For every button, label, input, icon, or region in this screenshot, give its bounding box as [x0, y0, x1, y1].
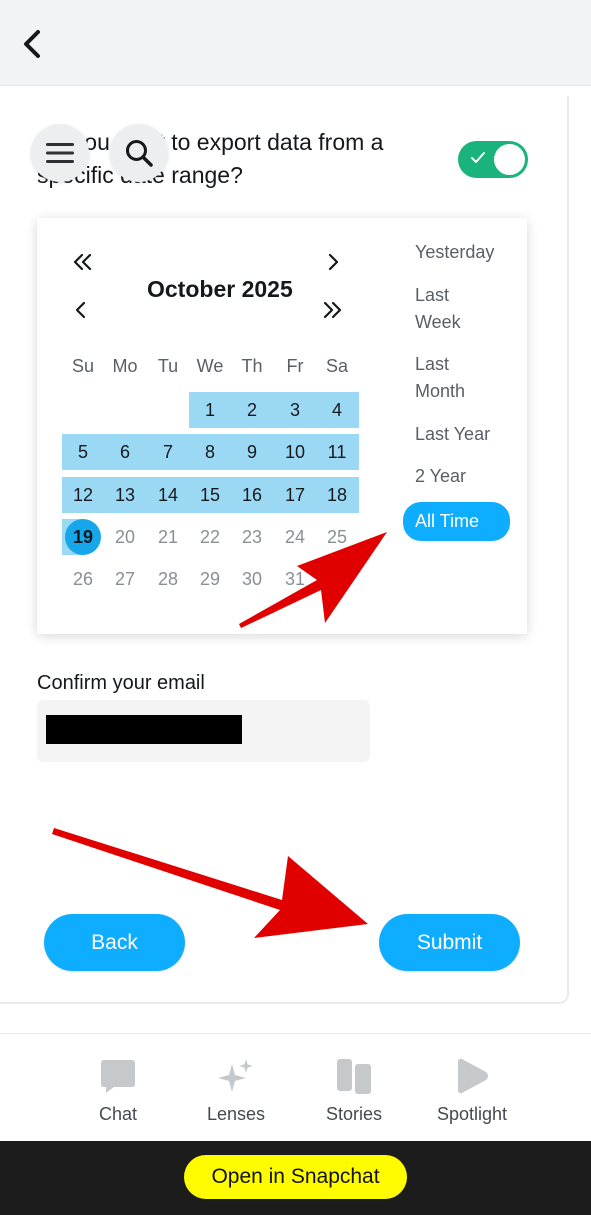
calendar-day[interactable]: 27: [104, 561, 146, 597]
calendar-day[interactable]: 11: [316, 434, 358, 470]
calendar-day[interactable]: 13: [104, 477, 146, 513]
email-label: Confirm your email: [37, 672, 205, 694]
calendar-day[interactable]: 20: [104, 519, 146, 555]
check-icon: [471, 152, 485, 163]
calendar-day[interactable]: 26: [62, 561, 104, 597]
calendar-day[interactable]: 12: [62, 477, 104, 513]
nav-stories[interactable]: Stories: [299, 1056, 409, 1125]
date-range-question: Do you want to export data from a specif…: [37, 129, 384, 188]
calendar-day[interactable]: 15: [189, 477, 231, 513]
calendar-day[interactable]: 1: [189, 392, 231, 428]
calendar-day[interactable]: 14: [147, 477, 189, 513]
annotation-arrow-all-time: [239, 532, 387, 628]
calendar-day[interactable]: 21: [147, 519, 189, 555]
calendar-day[interactable]: 9: [231, 434, 273, 470]
play-icon: [458, 1058, 488, 1094]
back-chevron-icon[interactable]: [18, 28, 48, 60]
open-in-snapchat-button[interactable]: Open in Snapchat: [184, 1155, 407, 1199]
nav-chat[interactable]: Chat: [63, 1056, 173, 1125]
calendar-day[interactable]: 4: [316, 392, 358, 428]
calendar-day[interactable]: 8: [189, 434, 231, 470]
redacted-email: [46, 715, 242, 744]
preset-label: Month: [415, 381, 466, 401]
calendar-day[interactable]: 16: [231, 477, 273, 513]
weekday-label: Tu: [157, 356, 179, 376]
preset-all-time[interactable]: All Time: [403, 502, 510, 541]
calendar-day[interactable]: 22: [189, 519, 231, 555]
hamburger-menu-icon: [46, 143, 74, 163]
date-range-toggle[interactable]: [458, 141, 528, 178]
calendar-day[interactable]: 5: [62, 434, 104, 470]
preset-yesterday[interactable]: Yesterday: [415, 239, 494, 266]
preset-last-year[interactable]: Last Year: [415, 421, 490, 448]
nav-label: Stories: [325, 1104, 383, 1124]
weekday-label: Th: [241, 356, 263, 376]
calendar-day[interactable]: 2: [231, 392, 273, 428]
menu-button[interactable]: [31, 124, 89, 182]
next-year-icon[interactable]: [320, 298, 344, 322]
nav-label: Lenses: [206, 1104, 266, 1124]
nav-spotlight[interactable]: Spotlight: [417, 1056, 527, 1125]
nav-lenses[interactable]: Lenses: [181, 1056, 291, 1125]
calendar-day[interactable]: 29: [189, 561, 231, 597]
chat-icon: [101, 1060, 135, 1093]
preset-label: Last: [415, 285, 450, 305]
calendar-day[interactable]: 7: [147, 434, 189, 470]
search-button[interactable]: [110, 124, 168, 182]
preset-last-week[interactable]: Last Week: [415, 282, 461, 336]
preset-last-month[interactable]: Last Month: [415, 351, 465, 405]
toggle-knob: [494, 144, 525, 175]
calendar-day[interactable]: 28: [147, 561, 189, 597]
preset-label: Last: [415, 354, 450, 374]
nav-label: Chat: [98, 1104, 138, 1124]
calendar-day[interactable]: 10: [274, 434, 316, 470]
calendar-day[interactable]: 6: [104, 434, 146, 470]
email-field[interactable]: [37, 700, 370, 762]
sparkle-icon: [218, 1059, 253, 1092]
nav-label: Spotlight: [436, 1104, 508, 1124]
weekday-label: Sa: [325, 356, 349, 376]
annotation-arrow-submit: [52, 828, 368, 938]
calendar-day[interactable]: 17: [274, 477, 316, 513]
preset-2-year[interactable]: 2 Year: [415, 463, 466, 490]
weekday-label: Fr: [286, 356, 304, 376]
previous-month-icon[interactable]: [69, 298, 93, 322]
month-title: October 2025: [147, 276, 293, 302]
search-icon: [126, 140, 153, 167]
weekday-label: Su: [71, 356, 95, 376]
submit-button[interactable]: Submit: [379, 914, 520, 971]
top-bar: [0, 0, 591, 86]
stories-icon: [337, 1059, 371, 1094]
previous-year-icon[interactable]: [71, 250, 95, 274]
open-app-banner: Open in Snapchat: [0, 1141, 591, 1215]
weekday-label: We: [196, 356, 224, 376]
calendar-day[interactable]: 18: [316, 477, 358, 513]
next-month-icon[interactable]: [321, 250, 345, 274]
bottom-navigation: Chat Lenses Stories Spotlight: [0, 1033, 591, 1141]
calendar-day[interactable]: 3: [274, 392, 316, 428]
weekday-label: Mo: [112, 356, 138, 376]
calendar-day-today[interactable]: 19: [62, 519, 104, 555]
preset-label: Week: [415, 312, 461, 332]
